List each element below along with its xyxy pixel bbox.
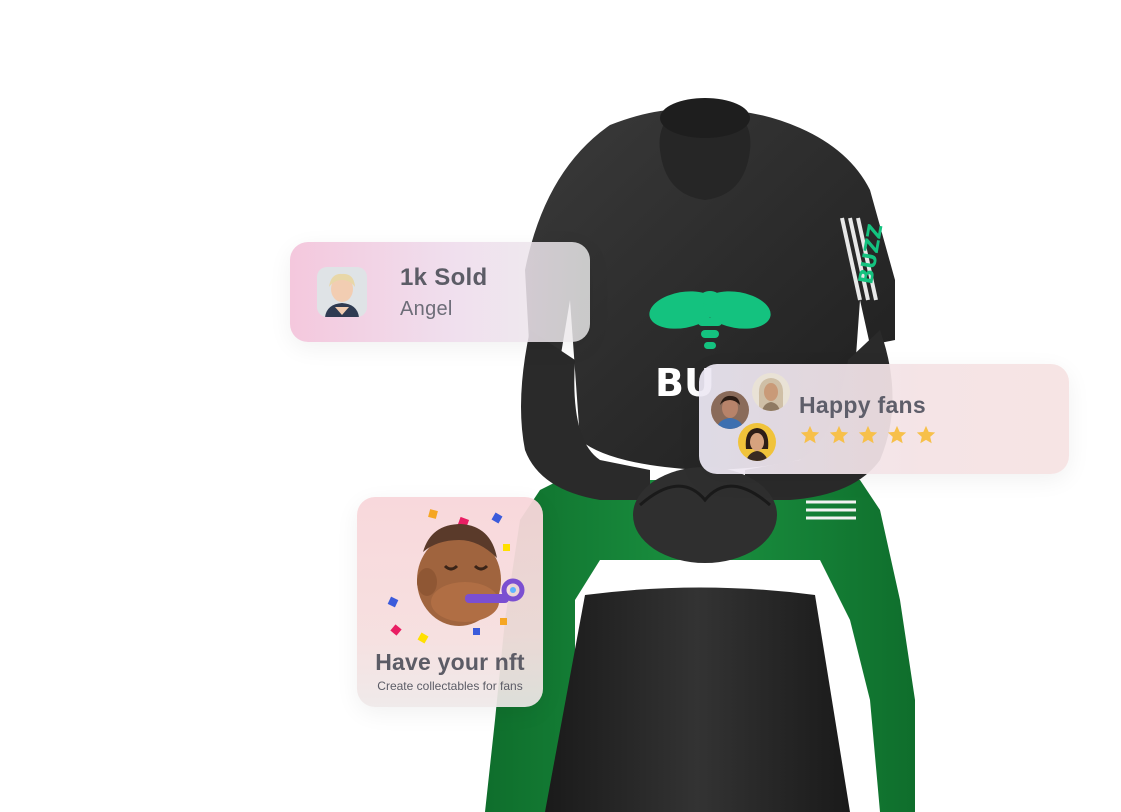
fan-avatar (738, 423, 776, 461)
seat-block (545, 587, 850, 812)
hands (633, 467, 777, 563)
star-icon (829, 425, 849, 444)
sold-count: 1k Sold (400, 264, 488, 291)
fan-photo-icon (711, 391, 749, 429)
star-icon (800, 425, 820, 444)
fan-photo-icon (752, 373, 790, 411)
nft-subtitle: Create collectables for fans (377, 679, 523, 693)
fan-photo-icon (738, 423, 776, 461)
user-avatar (317, 267, 367, 317)
nft-card: Have your nft Create collectables for fa… (357, 497, 543, 707)
party-face-emoji-icon (387, 509, 525, 644)
sold-card: 1k Sold Angel (290, 242, 590, 342)
fan-avatar (711, 391, 749, 429)
star-icon (887, 425, 907, 444)
user-photo-icon (317, 267, 367, 317)
rating-stars (799, 424, 937, 446)
hero-stage: BU BUZZ 1k Sold Angel Happy fans Have yo… (0, 0, 1121, 812)
fans-card: Happy fans (699, 364, 1069, 474)
fan-avatar (752, 373, 790, 411)
nft-title: Have your nft (375, 649, 525, 675)
star-icon (858, 425, 878, 444)
seller-name: Angel (400, 298, 453, 320)
star-icon (916, 425, 936, 444)
fans-title: Happy fans (799, 392, 926, 418)
